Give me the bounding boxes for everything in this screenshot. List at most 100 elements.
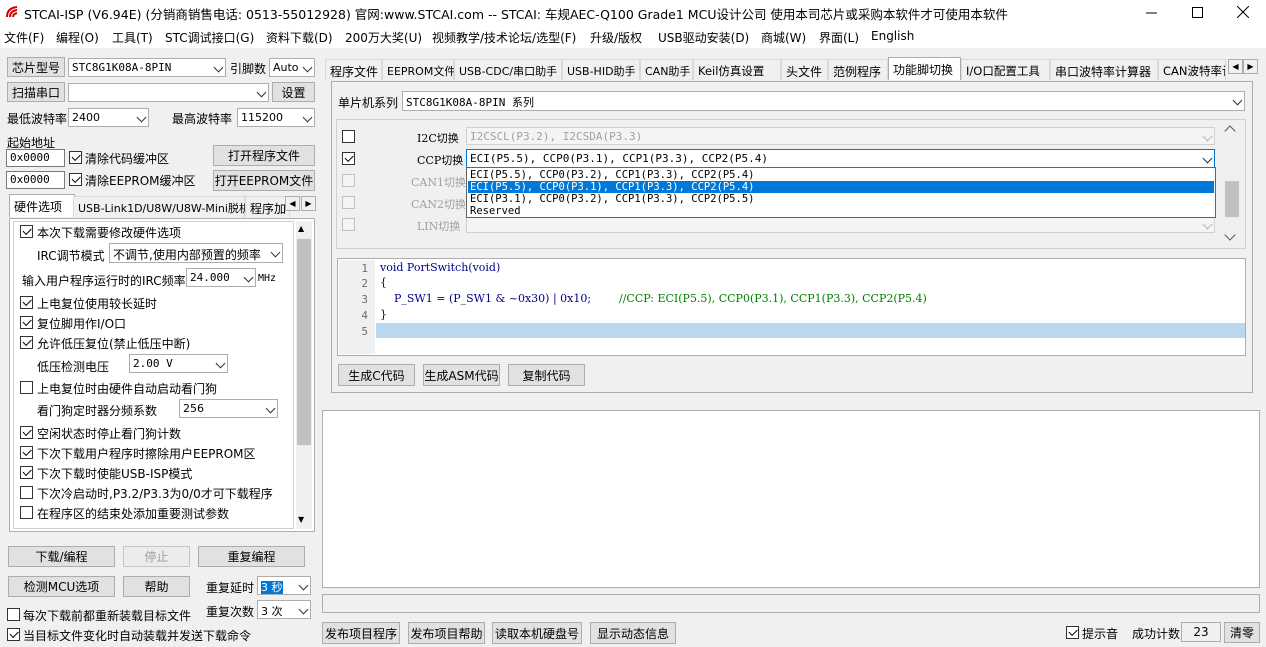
tab-program-encrypt[interactable]: 程序加 <box>245 196 290 217</box>
menu-download[interactable]: 资料下载(D) <box>266 29 333 46</box>
minimize-button[interactable] <box>1128 0 1174 24</box>
reprogram-button[interactable]: 重复编程 <box>198 546 305 567</box>
irc-freq-select[interactable]: 24.000 <box>186 268 256 287</box>
reset-io-checkbox[interactable] <box>20 316 33 329</box>
right-tab-scroll-right[interactable]: ▶ <box>1243 59 1258 74</box>
maximize-button[interactable] <box>1174 0 1220 24</box>
read-disk-button[interactable]: 读取本机硬盘号 <box>492 622 582 644</box>
tab-pin-switch[interactable]: 功能脚切换 <box>888 57 961 80</box>
close-button[interactable] <box>1220 0 1266 24</box>
menu-upgrade[interactable]: 升级/版权 <box>590 29 642 46</box>
settings-button[interactable]: 设置 <box>272 82 315 102</box>
modify-hw-checkbox[interactable] <box>20 225 33 238</box>
menu-interface[interactable]: 界面(L) <box>819 29 859 46</box>
dynamic-info-button[interactable]: 显示动态信息 <box>590 622 676 644</box>
reload-each-checkbox[interactable] <box>7 608 20 621</box>
right-tab-scroll-left[interactable]: ◀ <box>1228 59 1243 74</box>
erase-eeprom-checkbox[interactable] <box>20 446 33 459</box>
stop-button[interactable]: 停止 <box>123 546 190 567</box>
chevron-down-icon[interactable]: ▼ <box>298 515 304 524</box>
test-param-checkbox[interactable] <box>20 506 33 519</box>
eeprom-address-input[interactable]: 0x0000 <box>6 171 65 189</box>
lvr-checkbox[interactable] <box>20 336 33 349</box>
repeat-count-select[interactable]: 3 次 <box>257 600 311 619</box>
dropdown-option[interactable]: Reserved <box>468 205 1214 217</box>
publish-project-button[interactable]: 发布项目程序 <box>322 622 400 644</box>
clear-eeprom-checkbox[interactable] <box>69 173 82 186</box>
i2c-switch-checkbox[interactable] <box>342 130 355 143</box>
menu-shop[interactable]: 商城(W) <box>761 29 806 46</box>
open-program-button[interactable]: 打开程序文件 <box>213 145 315 166</box>
beep-checkbox[interactable] <box>1066 626 1079 639</box>
min-baud-select[interactable]: 2400 <box>68 108 149 127</box>
lin-switch-checkbox[interactable] <box>342 218 355 231</box>
download-button[interactable]: 下载/编程 <box>8 546 115 567</box>
scrollbar-thumb[interactable] <box>1225 181 1239 217</box>
menu-usb-driver[interactable]: USB驱动安装(D) <box>658 29 749 46</box>
switch-scrollbar[interactable] <box>1224 121 1241 247</box>
tab-can-helper[interactable]: CAN助手 <box>640 59 693 80</box>
menu-video[interactable]: 视频教学/技术论坛/选型(F) <box>432 29 576 46</box>
tab-offline-download[interactable]: USB-Link1D/U8W/U8W-Mini脱机 <box>73 196 250 217</box>
tab-hardware-options[interactable]: 硬件选项 <box>9 194 75 217</box>
chip-type-button[interactable]: 芯片型号 <box>7 57 65 77</box>
tab-scroll-left[interactable]: ◀ <box>285 196 300 211</box>
options-scrollbar[interactable]: ▲ ▼ <box>296 221 312 529</box>
dropdown-option-selected[interactable]: ECI(P5.5), CCP0(P3.1), CCP1(P3.3), CCP2(… <box>468 181 1214 193</box>
lvd-select[interactable]: 2.00 V <box>129 354 228 373</box>
reload-auto-checkbox[interactable] <box>7 628 20 641</box>
tab-header-file[interactable]: 头文件 <box>781 59 828 80</box>
usb-isp-checkbox[interactable] <box>20 466 33 479</box>
tab-scroll-right[interactable]: ▶ <box>301 196 316 211</box>
menu-file[interactable]: 文件(F) <box>4 29 44 46</box>
chip-type-select[interactable]: STC8G1K08A-8PIN <box>68 58 226 77</box>
copy-code-button[interactable]: 复制代码 <box>508 364 585 386</box>
cold-start-checkbox[interactable] <box>20 486 33 499</box>
can1-switch-checkbox[interactable] <box>342 174 355 187</box>
publish-help-button[interactable]: 发布项目帮助 <box>408 622 485 644</box>
max-baud-select[interactable]: 115200 <box>237 108 315 127</box>
pin-select[interactable]: Auto <box>269 58 315 77</box>
dropdown-option[interactable]: ECI(P5.5), CCP0(P3.2), CCP1(P3.3), CCP2(… <box>468 169 1214 181</box>
scan-port-button[interactable]: 扫描串口 <box>7 82 65 102</box>
wdt-auto-checkbox[interactable] <box>20 381 33 394</box>
menu-tools[interactable]: 工具(T) <box>112 29 153 46</box>
idle-wdt-checkbox[interactable] <box>20 426 33 439</box>
ccp-switch-checkbox[interactable] <box>342 152 355 165</box>
series-select[interactable]: STC8G1K08A-8PIN 系列 <box>402 91 1245 111</box>
help-button[interactable]: 帮助 <box>123 576 190 597</box>
open-eeprom-button[interactable]: 打开EEPROM文件 <box>213 170 315 191</box>
tab-usb-hid[interactable]: USB-HID助手 <box>562 59 640 80</box>
generate-asm-button[interactable]: 生成ASM代码 <box>423 364 500 386</box>
generate-c-button[interactable]: 生成C代码 <box>338 364 415 386</box>
tab-uart-baud[interactable]: 串口波特率计算器 <box>1050 59 1158 80</box>
output-log[interactable] <box>322 410 1260 588</box>
dropdown-option[interactable]: ECI(P3.1), CCP0(P3.2), CCP1(P3.3), CCP2(… <box>468 193 1214 205</box>
scrollbar-thumb[interactable] <box>297 239 311 445</box>
menu-debug[interactable]: STC调试接口(G) <box>165 29 254 46</box>
menu-program[interactable]: 编程(O) <box>56 29 99 46</box>
tab-keil-sim[interactable]: Keil仿真设置 <box>693 59 781 80</box>
tab-can-baud[interactable]: CAN波特率计 <box>1158 59 1226 80</box>
irc-mode-select[interactable]: 不调节,使用内部预置的频率 <box>109 243 283 263</box>
tab-io-config[interactable]: I/O口配置工具 <box>961 59 1050 80</box>
port-select[interactable] <box>68 83 269 102</box>
long-delay-checkbox[interactable] <box>20 296 33 309</box>
menu-award[interactable]: 200万大奖(U) <box>345 29 422 46</box>
tab-program-file[interactable]: 程序文件 <box>325 59 382 80</box>
detect-mcu-button[interactable]: 检测MCU选项 <box>8 576 115 597</box>
clear-count-button[interactable]: 清零 <box>1224 622 1260 643</box>
i2c-switch-select[interactable]: I2CSCL(P3.2), I2CSDA(P3.3) <box>466 127 1215 145</box>
clear-code-checkbox[interactable] <box>69 151 82 164</box>
tab-eeprom-file[interactable]: EEPROM文件 <box>382 59 455 80</box>
chevron-up-icon[interactable] <box>1224 125 1236 137</box>
can2-switch-checkbox[interactable] <box>342 196 355 209</box>
wdt-prescale-select[interactable]: 256 <box>179 399 278 418</box>
chevron-up-icon[interactable]: ▲ <box>298 224 304 233</box>
tab-usb-cdc[interactable]: USB-CDC/串口助手 <box>454 59 562 80</box>
chevron-down-icon[interactable] <box>1224 229 1236 241</box>
ccp-switch-select[interactable]: ECI(P5.5), CCP0(P3.1), CCP1(P3.3), CCP2(… <box>466 149 1215 168</box>
menu-english[interactable]: English <box>871 29 914 43</box>
tab-examples[interactable]: 范例程序 <box>828 59 888 80</box>
repeat-delay-select[interactable]: 3 秒 <box>257 576 311 595</box>
